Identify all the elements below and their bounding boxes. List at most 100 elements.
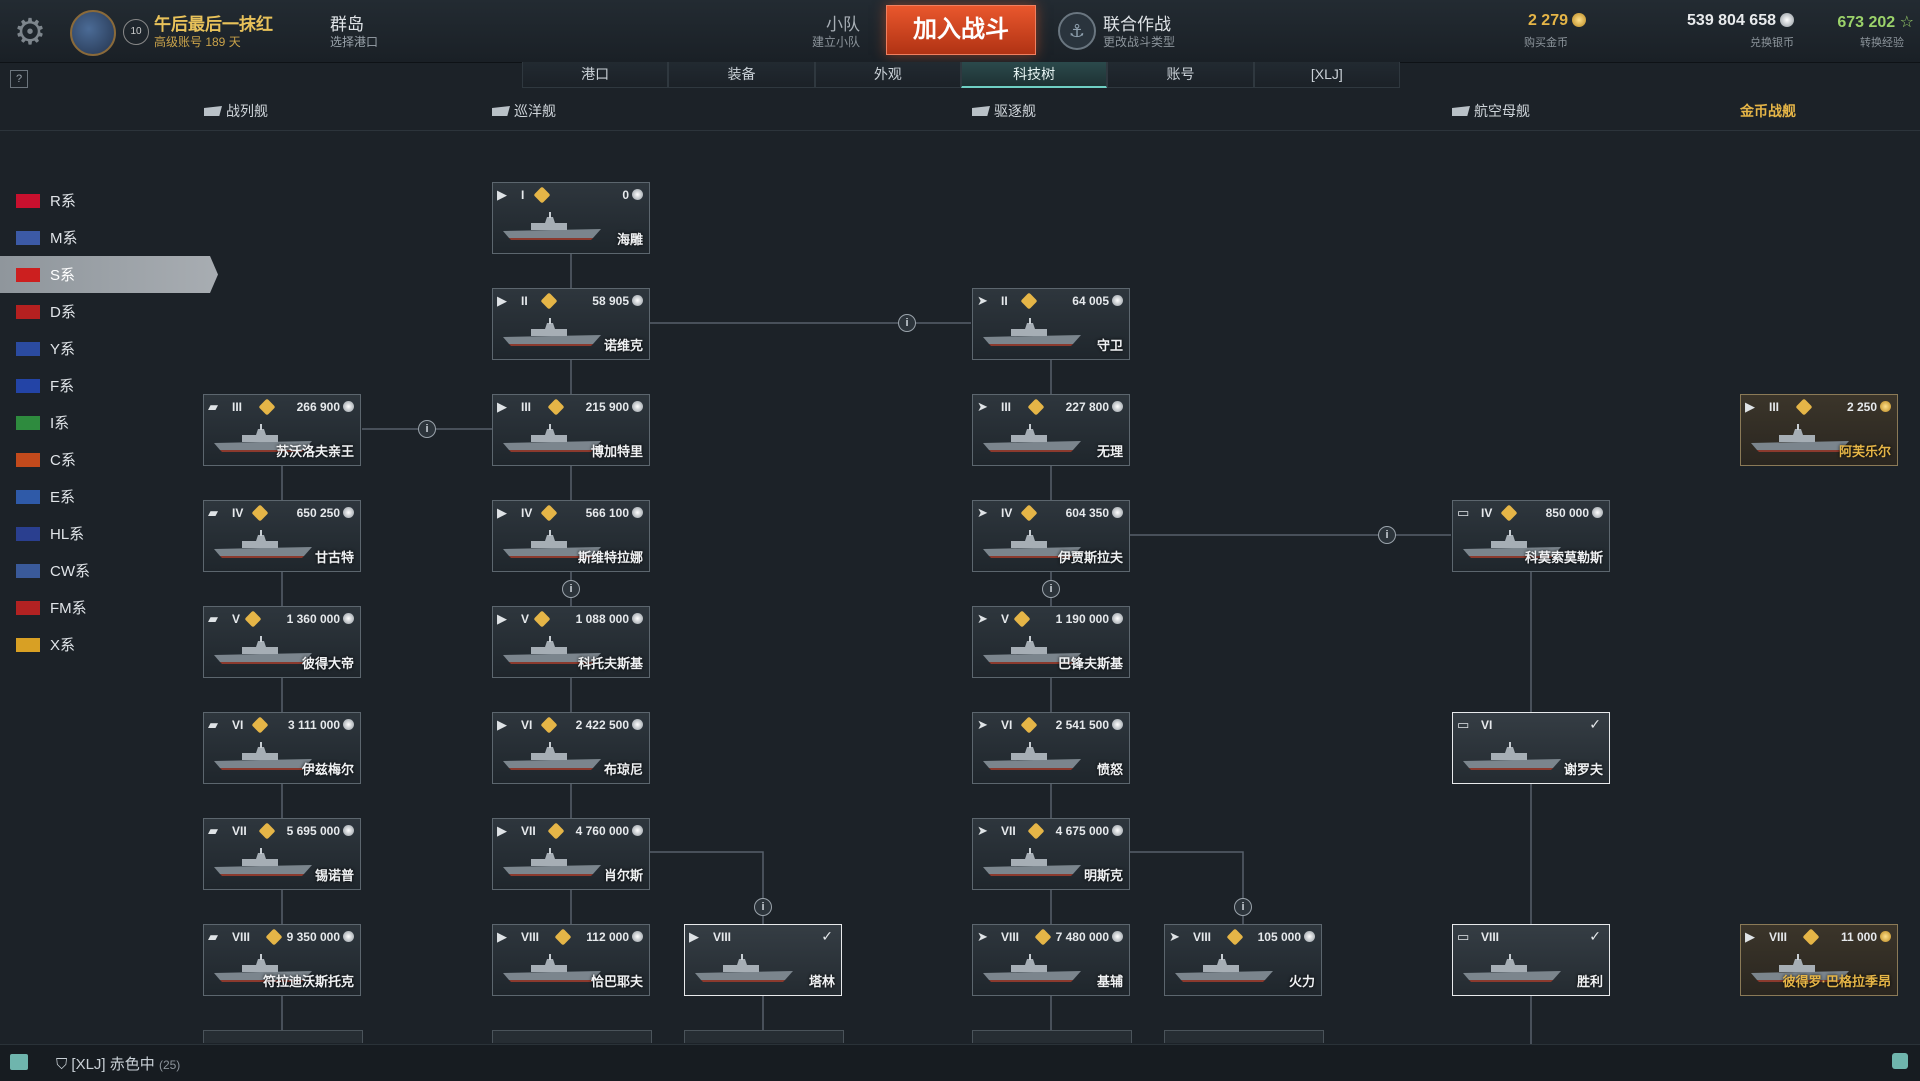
help-button[interactable]: ? xyxy=(10,70,28,88)
ship-card-dd3[interactable]: ➤ III 227 800 无理 xyxy=(972,394,1130,466)
ship-silhouette xyxy=(214,742,312,770)
ship-card-cv4[interactable]: ▭ IV 850 000 科莫索莫勒斯 xyxy=(1452,500,1610,572)
ship-card-cl6[interactable]: ▶ VI 2 422 500 布琼尼 xyxy=(492,712,650,784)
ship-name: 谢罗夫 xyxy=(1563,762,1603,777)
class-cruiser[interactable]: 巡洋舰 xyxy=(492,101,556,121)
ship-card-partial[interactable] xyxy=(492,1030,652,1043)
player-name[interactable]: 午后最后一抹红 xyxy=(154,10,273,35)
info-icon[interactable]: i xyxy=(1042,580,1060,598)
ship-cost: 650 250 xyxy=(296,506,340,520)
ship-card-bb6[interactable]: ▰ VI 3 111 000 伊兹梅尔 xyxy=(203,712,361,784)
free-xp-balance[interactable]: 673 202 ☆ xyxy=(1837,12,1914,32)
chat-icon[interactable] xyxy=(10,1054,28,1070)
nation-item[interactable]: FM系 xyxy=(0,589,220,626)
port-selector[interactable]: 群岛 xyxy=(330,10,364,35)
battle-mode-label[interactable]: 联合作战 xyxy=(1103,10,1171,35)
gold-balance[interactable]: 2 279 xyxy=(1528,12,1586,30)
nation-item[interactable]: Y系 xyxy=(0,330,220,367)
ship-silhouette xyxy=(983,848,1081,876)
ship-card-dd8b[interactable]: ➤ VIII 105 000 火力 xyxy=(1164,924,1322,996)
info-icon[interactable]: i xyxy=(562,580,580,598)
info-icon[interactable]: i xyxy=(1234,898,1252,916)
ship-cost: 5 695 000 xyxy=(286,824,340,838)
ship-card-partial[interactable] xyxy=(972,1030,1132,1043)
ship-card-partial[interactable] xyxy=(203,1030,363,1043)
settings-gear-icon[interactable]: ⚙ xyxy=(10,12,50,52)
exchange-silver-link[interactable]: 兑换银币 xyxy=(1750,34,1794,50)
tab-clan[interactable]: [XLJ] xyxy=(1253,62,1400,88)
nation-label: CW系 xyxy=(50,563,90,580)
nation-item[interactable]: S系 xyxy=(0,256,218,293)
player-avatar[interactable] xyxy=(70,10,116,56)
ship-card-cl2[interactable]: ▶ II 58 905 诺维克 xyxy=(492,288,650,360)
nation-item[interactable]: D系 xyxy=(0,293,220,330)
ship-name: 布琼尼 xyxy=(603,762,643,777)
ship-card-cl8[interactable]: ▶ VIII 112 000 恰巴耶夫 xyxy=(492,924,650,996)
ship-card-cv8[interactable]: ▭ VIII ✓ 胜利 xyxy=(1452,924,1610,996)
destroyer-icon: ➤ xyxy=(977,399,988,414)
price-tag-icon xyxy=(1020,504,1038,522)
info-icon[interactable]: i xyxy=(1378,526,1396,544)
ship-card-partial[interactable] xyxy=(684,1030,844,1043)
nation-item[interactable]: M系 xyxy=(0,219,220,256)
price-tag-icon xyxy=(1226,928,1244,946)
ship-name: 巴锋夫斯基 xyxy=(1057,656,1123,671)
class-destroyer[interactable]: 驱逐舰 xyxy=(972,101,1036,121)
ship-card-dd4[interactable]: ➤ IV 604 350 伊贾斯拉夫 xyxy=(972,500,1130,572)
ship-card-cl4[interactable]: ▶ IV 566 100 斯维特拉娜 xyxy=(492,500,650,572)
battleship-icon: ▰ xyxy=(208,717,218,732)
ship-card-cl3[interactable]: ▶ III 215 900 博加特里 xyxy=(492,394,650,466)
clan-status[interactable]: ⛉ [XLJ] 赤色中 (25) xyxy=(56,1053,180,1074)
silver-balance[interactable]: 539 804 658 xyxy=(1687,12,1794,30)
buy-gold-link[interactable]: 购买金币 xyxy=(1524,34,1568,50)
ship-card-cv6[interactable]: ▭ VI ✓ 谢罗夫 xyxy=(1452,712,1610,784)
ship-card-cl5[interactable]: ▶ V 1 088 000 科托夫斯基 xyxy=(492,606,650,678)
ship-card-dd2[interactable]: ➤ II 64 005 守卫 xyxy=(972,288,1130,360)
ship-tier: VII xyxy=(1001,824,1016,838)
nation-item[interactable]: I系 xyxy=(0,404,220,441)
ship-card-dd6[interactable]: ➤ VI 2 541 500 愤怒 xyxy=(972,712,1130,784)
price-tag-icon xyxy=(540,292,558,310)
ship-card-dd7[interactable]: ➤ VII 4 675 000 明斯克 xyxy=(972,818,1130,890)
ship-card-cl8b[interactable]: ▶ VIII ✓ 塔林 xyxy=(684,924,842,996)
class-carrier[interactable]: 航空母舰 xyxy=(1452,101,1530,121)
nation-item[interactable]: CW系 xyxy=(0,552,220,589)
ship-card-cl1[interactable]: ▶ I 0 海雕 xyxy=(492,182,650,254)
nation-item[interactable]: E系 xyxy=(0,478,220,515)
nation-item[interactable]: R系 xyxy=(0,182,220,219)
tab-equipment[interactable]: 装备 xyxy=(668,62,815,88)
tab-account[interactable]: 账号 xyxy=(1107,62,1254,88)
ship-name: 明斯克 xyxy=(1083,868,1123,883)
class-battleship[interactable]: 战列舰 xyxy=(204,101,268,121)
destroyer-icon: ➤ xyxy=(977,717,988,732)
ship-name: 无理 xyxy=(1096,444,1123,459)
ship-card-dd8[interactable]: ➤ VIII 7 480 000 基辅 xyxy=(972,924,1130,996)
division-button[interactable]: 小队 xyxy=(800,10,860,35)
nation-item[interactable]: HL系 xyxy=(0,515,220,552)
nation-item[interactable]: X系 xyxy=(0,626,220,663)
tab-tech-tree[interactable]: 科技树 xyxy=(960,62,1108,88)
ship-card-bb3[interactable]: ▰ III 266 900 苏沃洛夫亲王 xyxy=(203,394,361,466)
info-icon[interactable]: i xyxy=(418,420,436,438)
nation-item[interactable]: C系 xyxy=(0,441,220,478)
ship-card-dd5[interactable]: ➤ V 1 190 000 巴锋夫斯基 xyxy=(972,606,1130,678)
nation-flag-icon xyxy=(16,452,40,467)
tab-exterior[interactable]: 外观 xyxy=(814,62,961,88)
ship-card-bb7[interactable]: ▰ VII 5 695 000 锡诺普 xyxy=(203,818,361,890)
nation-item[interactable]: F系 xyxy=(0,367,220,404)
ship-card-pr8[interactable]: ▶ VIII 11 000 彼得罗·巴格拉季昂 xyxy=(1740,924,1898,996)
ship-card-partial[interactable] xyxy=(1164,1030,1324,1043)
ship-card-pr3[interactable]: ▶ III 2 250 阿芙乐尔 xyxy=(1740,394,1898,466)
info-icon[interactable]: i xyxy=(898,314,916,332)
ship-card-bb8[interactable]: ▰ VIII 9 350 000 符拉迪沃斯托克 xyxy=(203,924,361,996)
class-premium[interactable]: 金币战舰 xyxy=(1740,101,1796,121)
ship-card-bb5[interactable]: ▰ V 1 360 000 彼得大帝 xyxy=(203,606,361,678)
ship-card-cl7[interactable]: ▶ VII 4 760 000 肖尔斯 xyxy=(492,818,650,890)
convert-xp-link[interactable]: 转换经验 xyxy=(1860,34,1904,50)
join-battle-button[interactable]: 加入战斗 xyxy=(886,5,1036,55)
notification-bell-icon[interactable] xyxy=(1892,1053,1908,1069)
tab-port[interactable]: 港口 xyxy=(522,62,669,88)
info-icon[interactable]: i xyxy=(754,898,772,916)
ship-card-bb4[interactable]: ▰ IV 650 250 甘古特 xyxy=(203,500,361,572)
battle-mode-icon[interactable]: ⚓ xyxy=(1058,12,1096,50)
